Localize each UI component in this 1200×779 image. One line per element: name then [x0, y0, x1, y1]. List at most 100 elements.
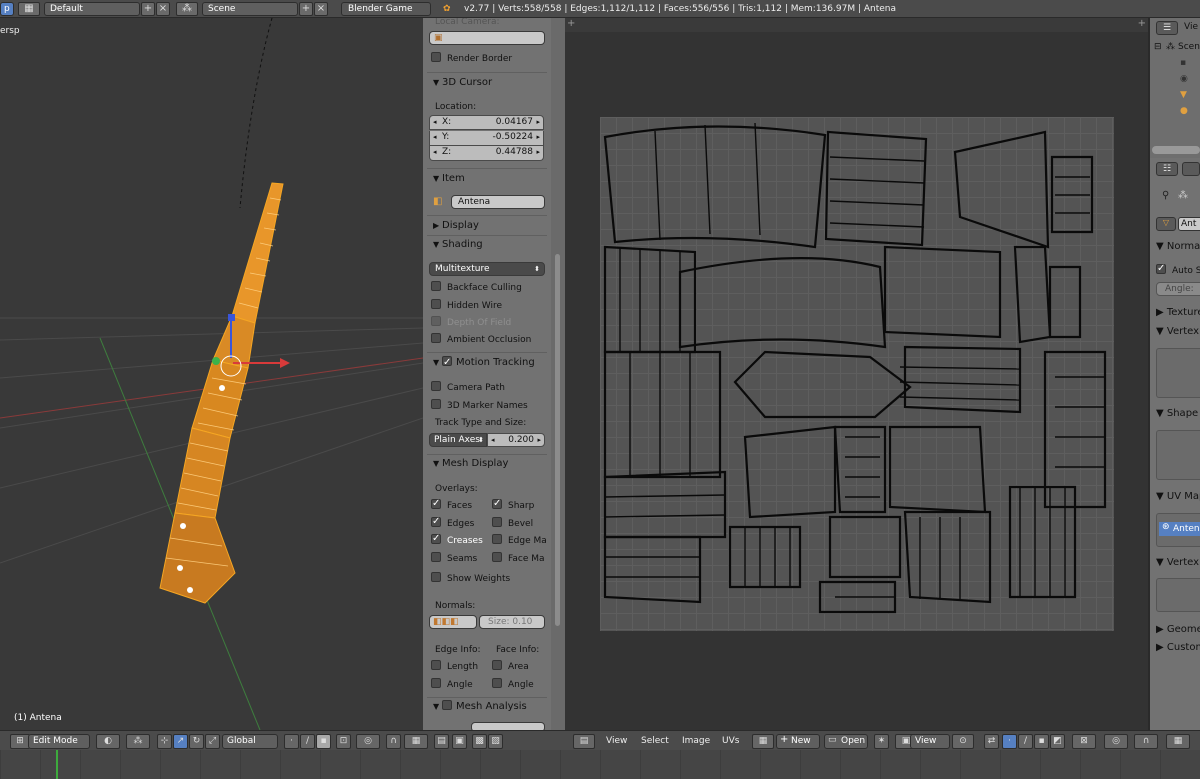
local-camera-field[interactable]: ▣ — [429, 31, 545, 45]
transform-manipulator-icon[interactable]: ⊹ — [157, 734, 172, 749]
cursor-x-field[interactable]: ◂ X: 0.04167 ▸ — [429, 115, 544, 130]
creases-toggle[interactable]: Creases — [431, 532, 483, 548]
rotate-icon[interactable]: ↻ — [189, 734, 204, 749]
3d-cursor-header[interactable]: ▼ 3D Cursor — [423, 74, 551, 92]
camera-path-toggle[interactable]: Camera Path — [431, 381, 505, 395]
face-select-icon[interactable]: ▪ — [316, 734, 331, 749]
timeline[interactable] — [0, 750, 1200, 779]
interaction-mode-select[interactable]: Edit Mode — [28, 734, 90, 749]
outliner[interactable]: ☰ Vie ⊟ ⁂ Scen ▪ ◉ ▼ ● — [1148, 18, 1200, 158]
remove-scene-icon[interactable]: × — [314, 2, 328, 16]
opengl-render-icon[interactable]: ▩ — [472, 734, 487, 749]
normals-size-field[interactable]: Size: 0.10 — [479, 615, 545, 629]
mesh-display-header[interactable]: ▼ Mesh Display — [423, 455, 551, 473]
render-engine-select[interactable]: Blender Game — [341, 2, 431, 16]
opengl-anim-icon[interactable]: ▧ — [488, 734, 503, 749]
display-header[interactable]: ▶ Display — [423, 217, 551, 235]
normals-display-buttons[interactable]: ◧◧◧ — [429, 615, 477, 629]
ambient-occlusion-toggle[interactable]: Ambient Occlusion — [431, 333, 531, 347]
track-size-field[interactable]: ◂ 0.200 ▸ — [487, 433, 545, 447]
remove-layout-icon[interactable]: × — [156, 2, 170, 16]
layers-icon[interactable]: ▤ — [434, 734, 449, 749]
outliner-scene-item[interactable]: Scen — [1178, 42, 1200, 52]
current-frame-marker[interactable] — [56, 750, 58, 779]
uv-view-menu[interactable]: View — [606, 734, 627, 749]
seams-toggle[interactable]: Seams — [431, 552, 477, 566]
hidden-wire-toggle[interactable]: Hidden Wire — [431, 299, 502, 313]
add-layout-icon[interactable]: + — [141, 2, 155, 16]
custom-properties-header[interactable]: ▶ Custom — [1156, 641, 1200, 655]
scale-icon[interactable]: ⤢ — [205, 734, 220, 749]
uv-vertex-select-icon[interactable]: · — [1002, 734, 1017, 749]
properties-editor[interactable]: ☷ ⚲ ⁂ ▽ Ant ▼ Norma Auto S Angle: ▶ Text… — [1148, 158, 1200, 779]
shelf-scrollbar[interactable] — [551, 18, 565, 730]
uv-image-menu[interactable]: Image — [682, 734, 710, 749]
add-scene-icon[interactable]: + — [299, 2, 313, 16]
texture-space-header[interactable]: ▶ Texture — [1156, 306, 1200, 320]
proportional-edit-icon[interactable]: ◎ — [356, 734, 380, 749]
uv-pivot-icon[interactable]: ⊙ — [952, 734, 974, 749]
image-browse-icon[interactable]: ▦ — [752, 734, 774, 749]
limit-to-visible-icon[interactable]: ⊡ — [336, 734, 351, 749]
uv-proportional-icon[interactable]: ◎ — [1104, 734, 1128, 749]
uv-uvs-menu[interactable]: UVs — [722, 734, 739, 749]
shape-keys-header[interactable]: ▼ Shape — [1156, 407, 1198, 421]
shading-mode-select[interactable]: Multitexture ⬍ — [429, 262, 545, 276]
vertex-colors-header[interactable]: ▼ Vertex — [1156, 556, 1199, 570]
auto-smooth-toggle[interactable]: Auto S — [1156, 262, 1200, 278]
geometry-data-header[interactable]: ▶ Geome — [1156, 623, 1200, 637]
motion-tracking-header[interactable]: ▼Motion Tracking — [423, 354, 551, 372]
vertex-groups-header[interactable]: ▼ Vertex — [1156, 325, 1199, 339]
uv-editor-type-icon[interactable]: ▤ — [573, 734, 595, 749]
depth-of-field-toggle[interactable]: Depth Of Field — [431, 316, 511, 330]
track-type-select[interactable]: Plain Axes ⬍ — [429, 433, 487, 447]
uv-image-editor[interactable] — [565, 32, 1148, 730]
editor-type-button[interactable]: p — [0, 2, 14, 16]
uv-face-select-icon[interactable]: ▪ — [1034, 734, 1049, 749]
sync-selection-icon[interactable]: ⇄ — [984, 734, 999, 749]
snap-element-icon[interactable]: ▦ — [404, 734, 428, 749]
mesh-name-field[interactable]: Ant — [1178, 217, 1200, 231]
length-toggle[interactable]: Length — [431, 660, 478, 674]
item-header[interactable]: ▼ Item — [423, 170, 551, 188]
render-border-toggle[interactable]: Render Border — [431, 52, 512, 66]
normals-panel-header[interactable]: ▼ Norma — [1156, 240, 1200, 254]
3d-view-editor-icon[interactable]: ⊞ — [10, 734, 30, 749]
pin-icon[interactable]: ⚲ — [1162, 190, 1169, 201]
area-toggle[interactable]: Area — [492, 660, 529, 674]
cursor-z-field[interactable]: ◂ Z: 0.44788 ▸ — [429, 146, 544, 161]
bevel-toggle[interactable]: Bevel — [492, 517, 533, 531]
angle-face-toggle[interactable]: Angle — [492, 678, 534, 692]
edge-select-icon[interactable]: / — [300, 734, 315, 749]
uv-maps-header[interactable]: ▼ UV Map — [1156, 490, 1200, 504]
uv-edge-select-icon[interactable]: / — [1018, 734, 1033, 749]
scene-field[interactable]: Scene — [202, 2, 298, 16]
3d-viewport[interactable]: ersp (1) Antena — [0, 18, 423, 730]
mesh-analysis-header[interactable]: ▼ Mesh Analysis — [423, 698, 551, 716]
angle-field[interactable]: Angle: — [1156, 282, 1200, 296]
uv-island-select-icon[interactable]: ◩ — [1050, 734, 1065, 749]
uv-snap-element-icon[interactable]: ▦ — [1166, 734, 1190, 749]
marker-names-toggle[interactable]: 3D Marker Names — [431, 399, 528, 413]
viewport-shading-icon[interactable]: ◐ — [96, 734, 120, 749]
backface-culling-toggle[interactable]: Backface Culling — [431, 281, 522, 295]
mesh-data-icon[interactable]: ▽ — [1156, 217, 1176, 231]
snap-icon[interactable]: ∩ — [386, 734, 401, 749]
area-split-icon-right[interactable]: + — [1138, 18, 1146, 29]
outliner-editor-icon[interactable]: ☰ — [1156, 21, 1178, 35]
render-preview-icon[interactable]: ▣ — [452, 734, 467, 749]
pivot-point-icon[interactable]: ⁂ — [126, 734, 150, 749]
angle-edge-toggle[interactable]: Angle — [431, 678, 473, 692]
cursor-y-field[interactable]: ◂ Y: -0.50224 ▸ — [429, 131, 544, 146]
pin-image-icon[interactable]: ✶ — [874, 734, 889, 749]
translate-icon[interactable]: ↗ — [173, 734, 188, 749]
vertex-select-icon[interactable]: · — [284, 734, 299, 749]
outliner-scrollbar[interactable] — [1152, 146, 1200, 154]
outliner-view-menu[interactable]: Vie — [1184, 22, 1198, 32]
vertex-colors-list[interactable] — [1156, 578, 1200, 612]
sticky-select-icon[interactable]: ⊠ — [1072, 734, 1096, 749]
properties-editor-icon[interactable]: ☷ — [1156, 162, 1178, 176]
show-weights-toggle[interactable]: Show Weights — [431, 572, 510, 586]
transform-orientation-select[interactable]: Global — [222, 734, 278, 749]
sharp-toggle[interactable]: Sharp — [492, 497, 534, 513]
